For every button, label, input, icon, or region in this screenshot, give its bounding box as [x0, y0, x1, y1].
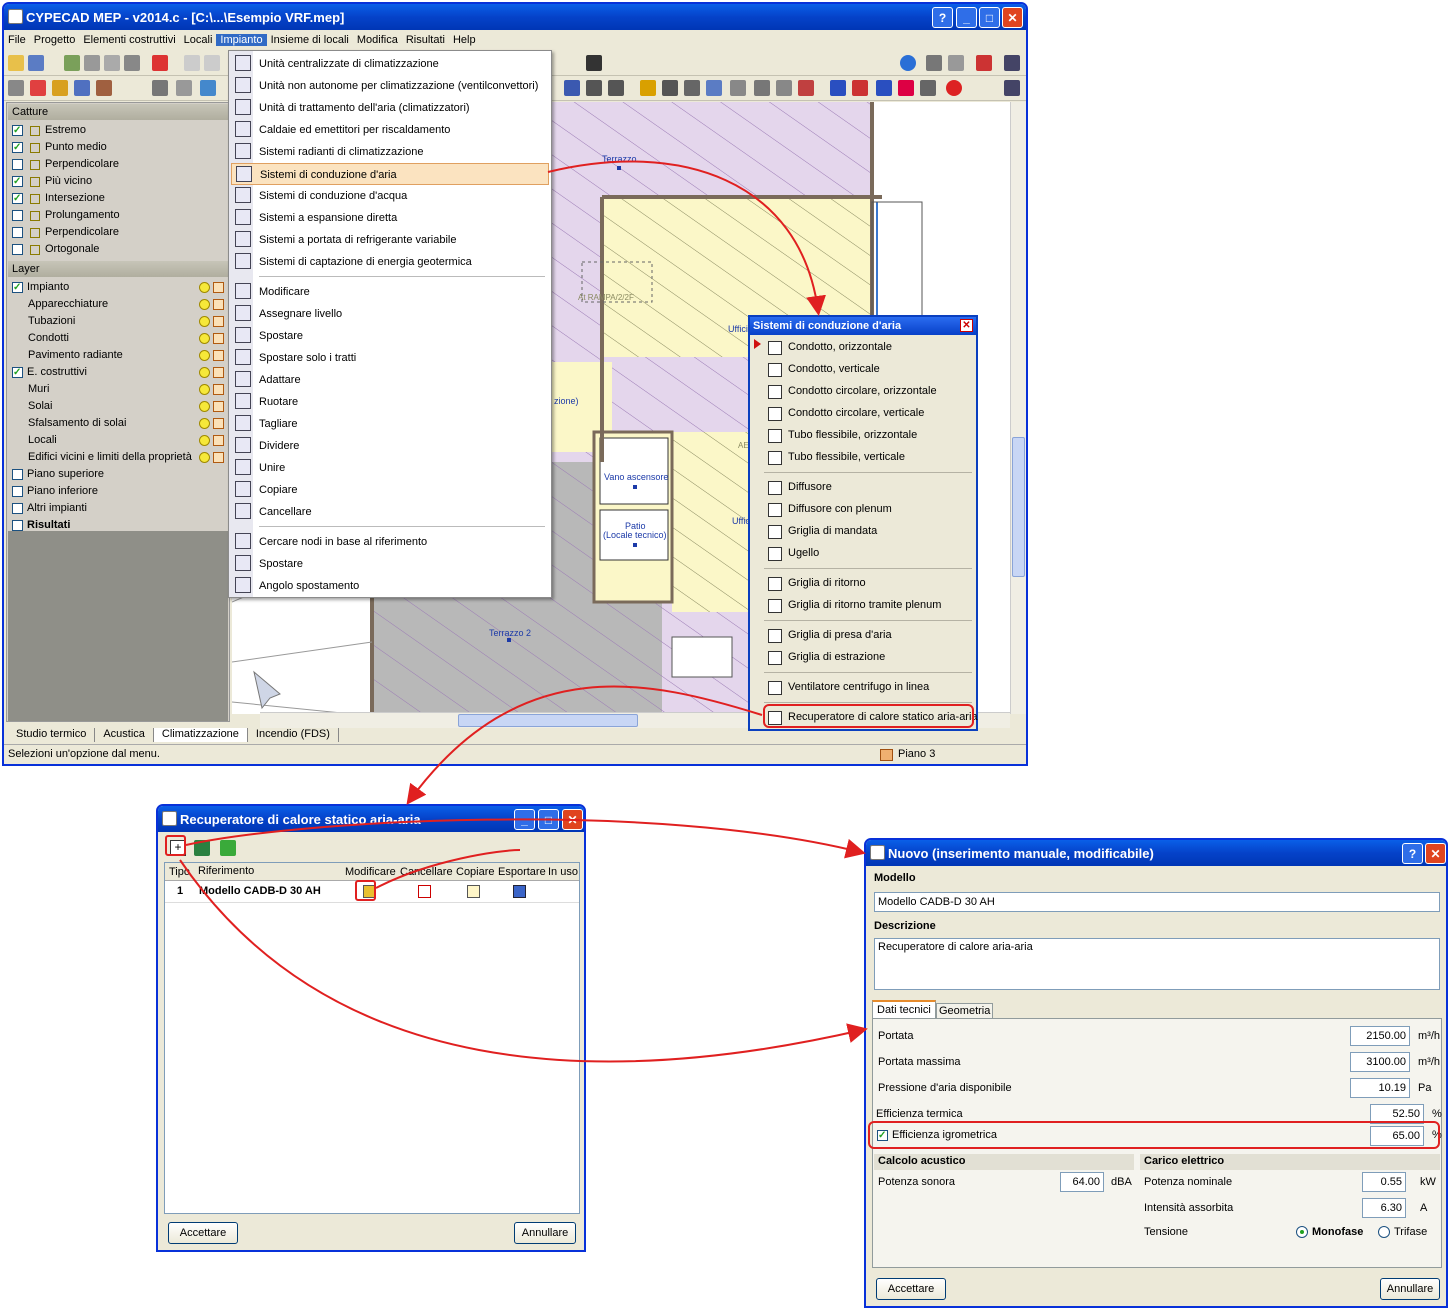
arrow-popup-to-dialog [406, 685, 763, 805]
arrow-menu-to-popup [547, 160, 826, 316]
arrow-row-to-datitecnici [179, 859, 868, 1063]
arrow-modify-to-field [375, 849, 521, 889]
annotation-arrows [179, 160, 868, 1063]
arrow-new-to-nuovo [185, 818, 866, 859]
